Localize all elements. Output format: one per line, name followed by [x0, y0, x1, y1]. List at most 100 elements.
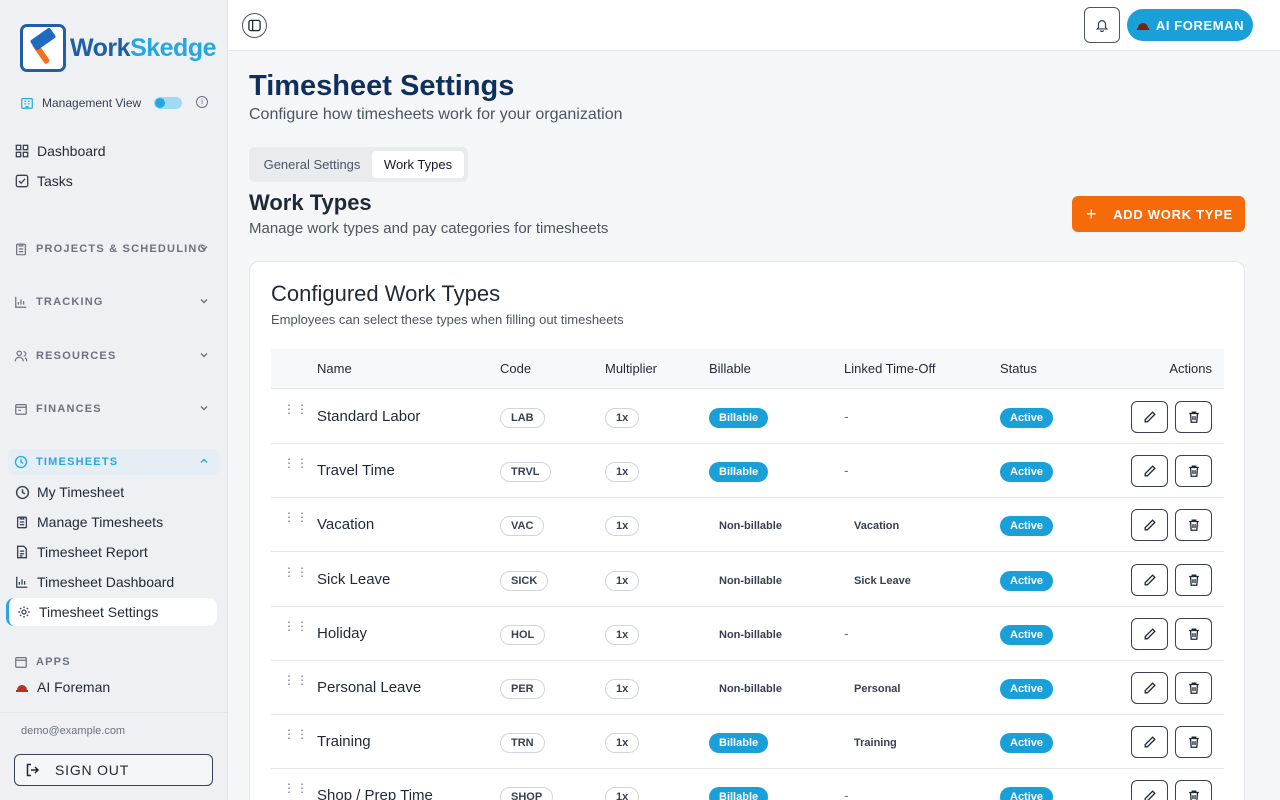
- edit-button[interactable]: [1131, 780, 1168, 800]
- delete-button[interactable]: [1175, 455, 1212, 488]
- drag-handle-icon[interactable]: ⋮⋮: [283, 728, 308, 746]
- delete-button[interactable]: [1175, 780, 1212, 800]
- hardhat-icon: [1136, 23, 1149, 30]
- chevron-down-icon: [200, 353, 208, 358]
- sidebar-section-resources[interactable]: RESOURCES: [8, 343, 219, 369]
- pencil-icon: [1144, 682, 1156, 694]
- drag-handle-icon[interactable]: ⋮⋮: [283, 566, 308, 584]
- edit-button[interactable]: [1131, 401, 1168, 433]
- sign-out-button[interactable]: SIGN OUT: [14, 754, 213, 786]
- hammer-logo-icon: [20, 24, 66, 72]
- edit-button[interactable]: [1131, 617, 1168, 650]
- status-badge: Active: [1000, 570, 1054, 591]
- tab-work-types[interactable]: Work Types: [372, 151, 464, 178]
- work-types-card: Configured Work Types Employees can sele…: [249, 261, 1245, 800]
- table-row[interactable]: ⋮⋮ Shop / Prep Time SHOP 1x Billable - Active: [271, 769, 1224, 800]
- sidebar-item-tasks[interactable]: Tasks: [8, 167, 219, 195]
- linked-time-off: Vacation: [854, 520, 900, 533]
- chevron-down-icon: [200, 406, 208, 411]
- sidebar-item-dashboard[interactable]: Dashboard: [8, 137, 219, 165]
- apps-icon: [15, 657, 27, 668]
- table-row[interactable]: ⋮⋮ Personal Leave PER 1x Non-billable Persona…: [271, 661, 1224, 715]
- column-header-linked-time-off: Linked Time-Off: [844, 361, 936, 376]
- chevron-down-icon: [200, 246, 208, 251]
- table-header: Name Code Multiplier Billable Linked Tim…: [271, 349, 1224, 389]
- work-type-code: PER: [500, 679, 545, 699]
- card-title: Configured Work Types: [271, 281, 501, 306]
- drag-handle-icon[interactable]: ⋮⋮: [283, 403, 308, 421]
- drag-handle-icon[interactable]: ⋮⋮: [283, 511, 308, 529]
- dashboard-icon: [14, 143, 30, 159]
- sidebar-item-timesheet-settings[interactable]: Timesheet Settings: [6, 598, 217, 626]
- page-title: Timesheet Settings: [249, 70, 515, 102]
- work-type-code: VAC: [500, 516, 545, 537]
- add-work-type-button[interactable]: + ADD WORK TYPE: [1072, 196, 1245, 232]
- ai-foreman-button[interactable]: AI FOREMAN: [1127, 9, 1253, 41]
- drag-handle-icon[interactable]: ⋮⋮: [283, 674, 308, 692]
- delete-button[interactable]: [1175, 726, 1212, 759]
- table-row[interactable]: ⋮⋮ Standard Labor LAB 1x Billable - Active: [271, 390, 1224, 444]
- sidebar-toggle-button[interactable]: [242, 13, 267, 38]
- sidebar-section-projects-scheduling[interactable]: PROJECTS & SCHEDULING: [8, 236, 219, 262]
- work-type-name: Holiday: [317, 624, 368, 642]
- billable-badge: Billable: [709, 408, 769, 428]
- sidebar-item-ai-foreman[interactable]: AI Foreman: [8, 677, 219, 697]
- worksKedge-logo[interactable]: WorkSkedge: [20, 24, 216, 72]
- work-type-name: Training: [317, 733, 371, 751]
- delete-button[interactable]: [1175, 672, 1212, 704]
- table-row[interactable]: ⋮⋮ Sick Leave SICK 1x Non-billable Sick Leave…: [271, 553, 1224, 607]
- info-icon[interactable]: i: [196, 96, 208, 108]
- edit-button[interactable]: [1131, 509, 1168, 542]
- billable-text: Non-billable: [719, 520, 782, 533]
- multiplier-badge: 1x: [605, 570, 640, 591]
- delete-button[interactable]: [1175, 401, 1212, 433]
- sidebar-section-tracking[interactable]: TRACKING: [8, 289, 219, 315]
- section-label: RESOURCES: [36, 350, 117, 362]
- multiplier-badge: 1x: [605, 787, 640, 800]
- sidebar-item-timesheet-report[interactable]: Timesheet Report: [8, 538, 219, 566]
- work-type-code: SICK: [500, 570, 549, 591]
- pencil-icon: [1144, 519, 1156, 531]
- delete-button[interactable]: [1175, 509, 1212, 542]
- sign-out-label: SIGN OUT: [55, 762, 130, 778]
- edit-button[interactable]: [1131, 672, 1168, 704]
- sidebar-item-timesheet-dashboard[interactable]: Timesheet Dashboard: [8, 568, 219, 596]
- drag-handle-icon[interactable]: ⋮⋮: [283, 782, 308, 800]
- delete-button[interactable]: [1175, 617, 1212, 650]
- tab-general-settings[interactable]: General Settings: [255, 151, 369, 178]
- status-badge: Active: [1000, 624, 1054, 645]
- drag-handle-icon[interactable]: ⋮⋮: [283, 620, 308, 638]
- plus-icon: +: [1086, 203, 1098, 224]
- status-badge: Active: [1000, 733, 1054, 754]
- topbar: AI FOREMAN: [228, 0, 1280, 51]
- edit-button[interactable]: [1131, 455, 1168, 488]
- billable-badge: Billable: [709, 787, 769, 800]
- linked-time-off: -: [844, 787, 849, 800]
- notifications-button[interactable]: [1084, 7, 1120, 43]
- linked-time-off: -: [844, 624, 849, 641]
- section-label: APPS: [36, 656, 71, 668]
- clipboard-icon: [14, 514, 30, 530]
- table-row[interactable]: ⋮⋮ Training TRN 1x Billable Training Active: [271, 715, 1224, 770]
- management-view-toggle[interactable]: [154, 97, 182, 109]
- sidebar-section-finances[interactable]: FINANCES: [8, 396, 219, 422]
- sidebar-item-my-timesheet[interactable]: My Timesheet: [8, 478, 219, 506]
- bar-chart-icon: [15, 296, 27, 308]
- edit-button[interactable]: [1131, 563, 1168, 596]
- sidebar-item-label: Manage Timesheets: [37, 514, 164, 530]
- edit-button[interactable]: [1131, 726, 1168, 759]
- sidebar-item-manage-timesheets[interactable]: Manage Timesheets: [8, 508, 219, 536]
- trash-icon: [1188, 736, 1199, 749]
- drag-handle-icon[interactable]: ⋮⋮: [283, 457, 308, 475]
- bell-icon: [1095, 20, 1109, 32]
- table-row[interactable]: ⋮⋮ Vacation VAC 1x Non-billable Vacation Activ…: [271, 498, 1224, 553]
- trash-icon: [1188, 682, 1199, 694]
- section-label: FINANCES: [36, 403, 102, 415]
- multiplier-badge: 1x: [605, 624, 640, 645]
- sidebar-section-timesheets[interactable]: TIMESHEETS: [8, 449, 219, 475]
- section-label: TRACKING: [36, 296, 104, 308]
- sidebar-section-apps[interactable]: APPS: [8, 649, 219, 675]
- table-row[interactable]: ⋮⋮ Travel Time TRVL 1x Billable - Active: [271, 444, 1224, 499]
- delete-button[interactable]: [1175, 563, 1212, 596]
- table-row[interactable]: ⋮⋮ Holiday HOL 1x Non-billable - Active: [271, 607, 1224, 661]
